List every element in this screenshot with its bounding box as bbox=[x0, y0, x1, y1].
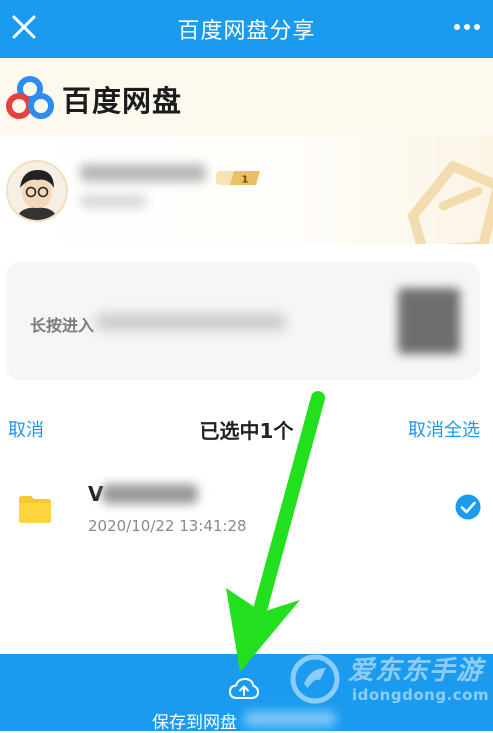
cancel-select-all-button[interactable]: 取消全选 bbox=[408, 416, 480, 442]
sharer-profile: 1 bbox=[0, 136, 493, 244]
file-row[interactable]: V 2020/10/22 13:41:28 bbox=[0, 466, 493, 556]
file-date: 2020/10/22 13:41:28 bbox=[88, 517, 247, 535]
folder-icon bbox=[19, 496, 51, 523]
sharer-subtitle-blurred bbox=[80, 194, 146, 208]
qr-hint-blurred bbox=[96, 314, 286, 330]
save-label: 保存到网盘 bbox=[152, 713, 237, 733]
brand-bar: 百度网盘 bbox=[0, 58, 493, 136]
vip-level: 1 bbox=[242, 175, 249, 186]
selection-bar: 取消 已选中1个 取消全选 bbox=[0, 410, 493, 446]
avatar-image bbox=[8, 162, 66, 220]
watermark: 爱东东手游 idongdong.com bbox=[290, 650, 490, 710]
checked-checkbox-icon[interactable] bbox=[455, 494, 481, 520]
avatar[interactable] bbox=[6, 160, 68, 222]
brand-name: 百度网盘 bbox=[62, 84, 183, 118]
more-button[interactable] bbox=[449, 12, 485, 42]
file-name-blurred bbox=[102, 484, 198, 504]
baidu-netdisk-logo bbox=[6, 76, 54, 119]
decoration-shape bbox=[408, 161, 493, 244]
cloud-upload-icon bbox=[229, 678, 259, 699]
vip-badge: 1 bbox=[216, 171, 260, 186]
watermark-en: idongdong.com bbox=[352, 686, 490, 704]
title-bar: 百度网盘分享 bbox=[0, 0, 493, 58]
watermark-logo bbox=[290, 654, 340, 704]
watermark-cn: 爱东东手游 bbox=[348, 656, 484, 686]
qr-code-image[interactable] bbox=[398, 288, 460, 354]
sharer-name-blurred bbox=[80, 164, 206, 182]
qr-code-card: 长按进入 bbox=[6, 262, 480, 380]
page-title: 百度网盘分享 bbox=[177, 19, 316, 44]
save-label-blurred bbox=[244, 711, 336, 727]
more-dots-icon bbox=[454, 24, 460, 30]
qr-hint-text: 长按进入 bbox=[30, 316, 95, 335]
